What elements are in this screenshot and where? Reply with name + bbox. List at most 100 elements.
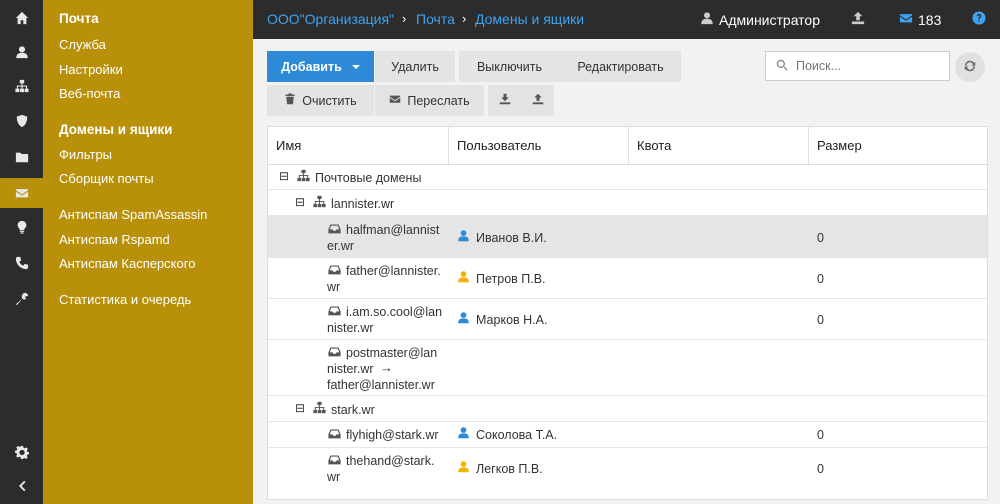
envelope-icon[interactable] (0, 178, 43, 208)
sidebar-item-service[interactable]: Служба (59, 37, 106, 52)
inbox-icon (328, 427, 341, 444)
tree-row-domain[interactable]: ⊟ lannister.wr (268, 190, 987, 216)
search-icon (776, 59, 788, 74)
size-value: 0 (817, 428, 824, 442)
user-icon (457, 460, 470, 477)
lightbulb-icon[interactable] (0, 214, 43, 240)
table-row[interactable]: thehand@stark. wr Легков П.В. 0 (268, 448, 987, 490)
add-button[interactable]: Добавить (267, 51, 374, 82)
table-row[interactable]: i.am.so.cool@lan nister.wr Марков Н.А. 0 (268, 299, 987, 340)
table-row[interactable]: postmaster@lan nister.wr → father@lannis… (268, 340, 987, 396)
download-icon (499, 93, 511, 108)
sidebar-item-statistics[interactable]: Статистика и очередь (59, 292, 191, 307)
sitemap-icon (313, 195, 326, 212)
user-icon (457, 311, 470, 328)
envelope-icon (389, 93, 401, 108)
arrow-right-icon: → (380, 360, 393, 375)
phone-icon[interactable] (0, 250, 43, 276)
sidebar-item-kaspersky[interactable]: Антиспам Касперского (59, 256, 195, 271)
add-button-label: Добавить (281, 59, 342, 74)
edit-button[interactable]: Редактировать (560, 51, 681, 82)
caret-down-icon (351, 64, 360, 69)
column-header-size[interactable]: Размер (809, 127, 987, 165)
user-icon (457, 270, 470, 287)
upload-button[interactable] (521, 85, 554, 116)
size-value: 0 (817, 231, 824, 245)
breadcrumb-separator: › (462, 11, 467, 26)
sidebar-item-domains[interactable]: Домены и ящики (59, 122, 172, 137)
size-value: 0 (817, 462, 824, 476)
inbox-icon (328, 263, 341, 280)
column-header-user[interactable]: Пользователь (449, 127, 629, 165)
wrench-icon[interactable] (0, 286, 43, 312)
header: ООО"Организация" › Почта › Домены и ящик… (253, 0, 1000, 39)
envelope-icon (899, 11, 913, 28)
user-name[interactable]: Соколова Т.А. (476, 427, 557, 443)
breadcrumb-mail[interactable]: Почта (416, 11, 455, 27)
sidebar-item-spamassassin[interactable]: Антиспам SpamAssassin (59, 207, 207, 222)
sidebar-item-webmail[interactable]: Веб-почта (59, 86, 120, 101)
table-row[interactable]: flyhigh@stark.wr Соколова Т.А. 0 (268, 422, 987, 448)
forward-target: father@lannister.wr (327, 378, 435, 392)
sidebar-item-collector[interactable]: Сборщик почты (59, 171, 154, 186)
delete-button-label: Удалить (391, 59, 439, 74)
user-name[interactable]: Петров П.В. (476, 271, 546, 287)
domain-name: stark.wr (331, 403, 375, 417)
column-header-quota[interactable]: Квота (629, 127, 809, 165)
collapse-toggle[interactable]: ⊟ (279, 170, 289, 182)
collapse-toggle[interactable]: ⊟ (295, 402, 305, 414)
user-icon (457, 229, 470, 246)
home-icon[interactable] (0, 5, 43, 31)
mail-table: Имя Пользователь Квота Размер ⊟ Почтовые… (267, 126, 988, 500)
disable-button[interactable]: Выключить (459, 51, 560, 82)
breadcrumb-organization[interactable]: ООО"Организация" (267, 11, 394, 27)
sitemap-icon (297, 169, 310, 186)
refresh-button[interactable] (955, 52, 985, 82)
mailbox-name: halfman@lannist (346, 223, 440, 237)
user-name[interactable]: Иванов В.И. (476, 230, 547, 246)
sidebar: Почта Служба Настройки Веб-почта Домены … (43, 0, 253, 504)
help-button[interactable] (972, 11, 986, 28)
sidebar-item-filters[interactable]: Фильтры (59, 147, 112, 162)
sidebar-item-rspamd[interactable]: Антиспам Rspamd (59, 232, 170, 247)
forward-button[interactable]: Переслать (375, 85, 484, 116)
sitemap-icon[interactable] (0, 73, 43, 99)
sidebar-item-settings[interactable]: Настройки (59, 62, 123, 77)
edit-button-label: Редактировать (577, 59, 664, 74)
user-icon (457, 426, 470, 443)
table-row[interactable]: halfman@lannist er.wr Иванов В.И. 0 (268, 216, 987, 258)
inbox-icon (328, 222, 341, 239)
breadcrumb-domains[interactable]: Домены и ящики (475, 11, 584, 27)
gear-icon[interactable] (0, 439, 43, 465)
mailbox-name: flyhigh@stark.wr (346, 428, 439, 442)
user-icon (700, 11, 714, 28)
tree-row-root[interactable]: ⊟ Почтовые домены (268, 165, 987, 190)
shield-icon[interactable] (0, 108, 43, 134)
mailbox-name: thehand@stark. (346, 454, 435, 468)
icon-rail (0, 0, 43, 504)
mailbox-name: er.wr (327, 239, 355, 253)
sidebar-title[interactable]: Почта (59, 11, 99, 26)
mailbox-name: i.am.so.cool@lan (346, 305, 443, 319)
collapse-toggle[interactable]: ⊟ (295, 196, 305, 208)
messages-button[interactable]: 183 (899, 11, 941, 28)
user-name[interactable]: Легков П.В. (476, 461, 543, 477)
user-menu[interactable]: Администратор (700, 11, 820, 28)
search-input[interactable] (796, 59, 936, 73)
column-header-name[interactable]: Имя (268, 127, 449, 165)
user-name[interactable]: Марков Н.А. (476, 312, 547, 328)
folder-icon[interactable] (0, 144, 43, 170)
table-row[interactable]: father@lannister. wr Петров П.В. 0 (268, 258, 987, 299)
size-value: 0 (817, 272, 824, 286)
sitemap-icon (313, 401, 326, 418)
root-label: Почтовые домены (315, 171, 422, 185)
search-box (765, 51, 950, 81)
chevron-left-icon[interactable] (0, 473, 43, 499)
delete-button[interactable]: Удалить (375, 51, 455, 82)
mailbox-name: wr (327, 470, 341, 484)
upload-button[interactable] (851, 11, 865, 28)
clear-button[interactable]: Очистить (267, 85, 374, 116)
tree-row-domain[interactable]: ⊟ stark.wr (268, 396, 987, 422)
download-button[interactable] (488, 85, 521, 116)
user-icon[interactable] (0, 39, 43, 65)
